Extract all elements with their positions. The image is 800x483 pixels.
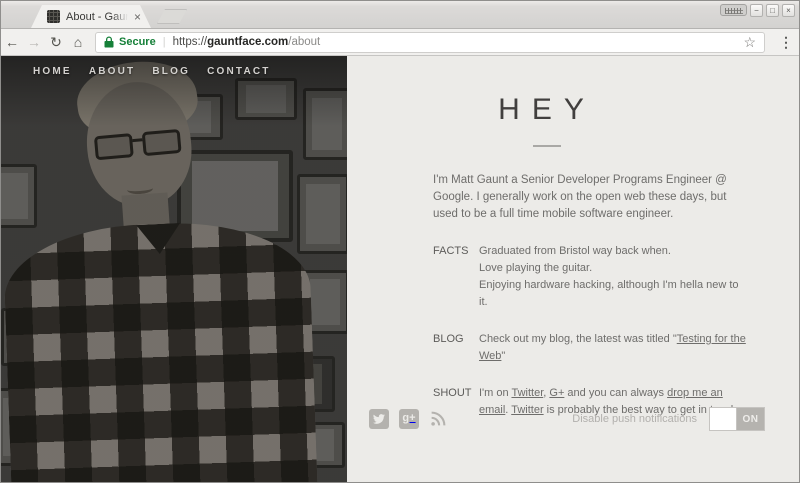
- reload-button[interactable]: ↻: [45, 35, 67, 49]
- facts-label: FACTS: [433, 243, 479, 311]
- browser-window: About - Gaunt Fa × − □ × ← → ↻ ⌂ Secure …: [0, 0, 800, 483]
- fact-line: Graduated from Bristol way back when.: [479, 243, 749, 260]
- social-links: g+: [369, 409, 447, 429]
- tab-title: About - Gaunt Fa: [66, 11, 128, 23]
- intro-paragraph: I'm Matt Gaunt a Senior Developer Progra…: [433, 172, 747, 223]
- browser-menu-icon[interactable]: ⋮: [773, 34, 799, 51]
- secure-label: Secure: [119, 36, 156, 48]
- new-tab-button[interactable]: [157, 9, 187, 24]
- blog-label: BLOG: [433, 331, 479, 365]
- toggle-on-label: ON: [737, 408, 764, 430]
- minimize-button[interactable]: −: [750, 4, 763, 17]
- url-scheme: https://: [173, 36, 208, 48]
- address-bar[interactable]: Secure | https:// gauntface.com /about ☆: [95, 32, 765, 53]
- secure-lock-icon: [104, 36, 114, 48]
- nav-item-home[interactable]: HOME: [33, 66, 72, 77]
- push-label: Disable push notifications: [572, 413, 697, 425]
- blog-text: Check out my blog, the latest was titled…: [479, 333, 677, 345]
- push-toggle[interactable]: ON: [709, 407, 765, 431]
- bookmark-star-icon[interactable]: ☆: [743, 35, 756, 49]
- forward-button[interactable]: →: [23, 35, 45, 49]
- shout-text: I'm on: [479, 387, 511, 399]
- blog-text-end: ": [501, 350, 505, 362]
- gplus-link[interactable]: G+: [549, 387, 564, 399]
- titlebar: About - Gaunt Fa × − □ ×: [1, 1, 799, 29]
- title-divider: [533, 145, 561, 147]
- window-controls: − □ ×: [750, 4, 795, 17]
- blog-body: Check out my blog, the latest was titled…: [479, 331, 749, 365]
- twitter-link[interactable]: Twitter: [511, 387, 543, 399]
- google-plus-icon[interactable]: g+: [399, 409, 419, 429]
- home-button[interactable]: ⌂: [67, 35, 89, 49]
- shout-text: and you can always: [564, 387, 667, 399]
- nav-item-about[interactable]: ABOUT: [89, 66, 136, 77]
- titlebar-badge: [720, 4, 747, 16]
- fact-line: Love playing the guitar.: [479, 260, 749, 277]
- site-nav: HOME ABOUT BLOG CONTACT: [1, 66, 347, 77]
- page-footer: g+ Disable push notifications ON: [369, 407, 765, 431]
- back-button[interactable]: ←: [1, 35, 23, 49]
- omnibox-separator: |: [163, 36, 166, 48]
- page-title: HEY: [321, 93, 773, 127]
- gplus-glyph: g+: [402, 413, 415, 424]
- photo-shade-overlay: [1, 56, 347, 482]
- twitter-icon[interactable]: [369, 409, 389, 429]
- facts-section: FACTS Graduated from Bristol way back wh…: [433, 243, 799, 311]
- blog-section: BLOG Check out my blog, the latest was t…: [433, 331, 799, 365]
- toggle-knob: [710, 408, 737, 430]
- url-path: /about: [288, 36, 320, 48]
- url-host: gauntface.com: [207, 36, 288, 48]
- maximize-button[interactable]: □: [766, 4, 779, 17]
- page-content: HOME ABOUT BLOG CONTACT HEY I'm Matt Gau…: [1, 56, 799, 482]
- browser-tab[interactable]: About - Gaunt Fa ×: [31, 5, 151, 28]
- nav-item-contact[interactable]: CONTACT: [207, 66, 271, 77]
- close-button[interactable]: ×: [782, 4, 795, 17]
- site-favicon-icon: [47, 10, 60, 23]
- about-main: HEY I'm Matt Gaunt a Senior Developer Pr…: [347, 56, 799, 482]
- fact-line: Enjoying hardware hacking, although I'm …: [479, 277, 749, 311]
- facts-body: Graduated from Bristol way back when. Lo…: [479, 243, 749, 311]
- push-notification-control: Disable push notifications ON: [572, 407, 765, 431]
- nav-item-blog[interactable]: BLOG: [152, 66, 190, 77]
- profile-photo: HOME ABOUT BLOG CONTACT: [1, 56, 347, 482]
- tab-close-icon[interactable]: ×: [134, 11, 141, 23]
- browser-toolbar: ← → ↻ ⌂ Secure | https:// gauntface.com …: [1, 29, 799, 56]
- rss-icon[interactable]: [429, 410, 447, 428]
